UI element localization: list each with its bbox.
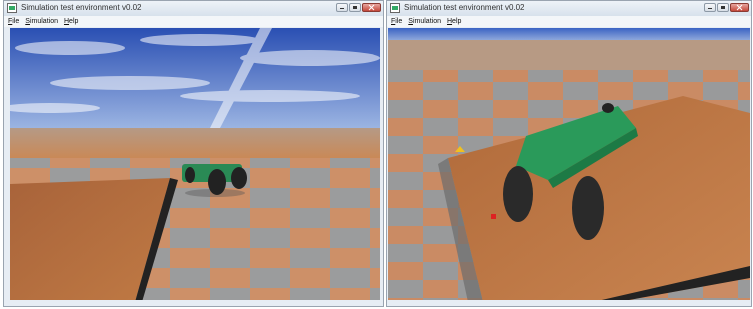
3d-viewport[interactable]	[10, 28, 380, 300]
sim-window-right: Simulation test environment v0.02 File S…	[386, 0, 752, 307]
title-bar[interactable]: Simulation test environment v0.02	[387, 1, 751, 17]
minimize-button[interactable]	[704, 3, 716, 12]
floor-far	[10, 128, 380, 158]
floor-far	[388, 40, 750, 70]
menu-bar: File Simulation Help	[4, 16, 383, 27]
title-bar[interactable]: Simulation test environment v0.02	[4, 1, 383, 17]
sky	[388, 28, 750, 40]
close-button[interactable]	[730, 3, 749, 12]
close-button[interactable]	[362, 3, 381, 12]
menu-file[interactable]: File	[391, 18, 402, 25]
menu-help[interactable]: Help	[64, 18, 78, 25]
maximize-button[interactable]	[349, 3, 361, 12]
3d-viewport[interactable]	[388, 28, 750, 300]
menu-help[interactable]: Help	[447, 18, 461, 25]
menu-file[interactable]: File	[8, 18, 19, 25]
maximize-button[interactable]	[717, 3, 729, 12]
menu-bar: File Simulation Help	[387, 16, 751, 27]
window-title: Simulation test environment v0.02	[21, 3, 142, 12]
menu-simulation[interactable]: Simulation	[408, 18, 441, 25]
menu-simulation[interactable]: Simulation	[25, 18, 58, 25]
sim-window-left: Simulation test environment v0.02 File S…	[3, 0, 384, 307]
app-icon	[7, 3, 17, 13]
app-icon	[390, 3, 400, 13]
red-marker	[491, 214, 496, 219]
green-car	[182, 164, 247, 197]
minimize-button[interactable]	[336, 3, 348, 12]
window-title: Simulation test environment v0.02	[404, 3, 525, 12]
